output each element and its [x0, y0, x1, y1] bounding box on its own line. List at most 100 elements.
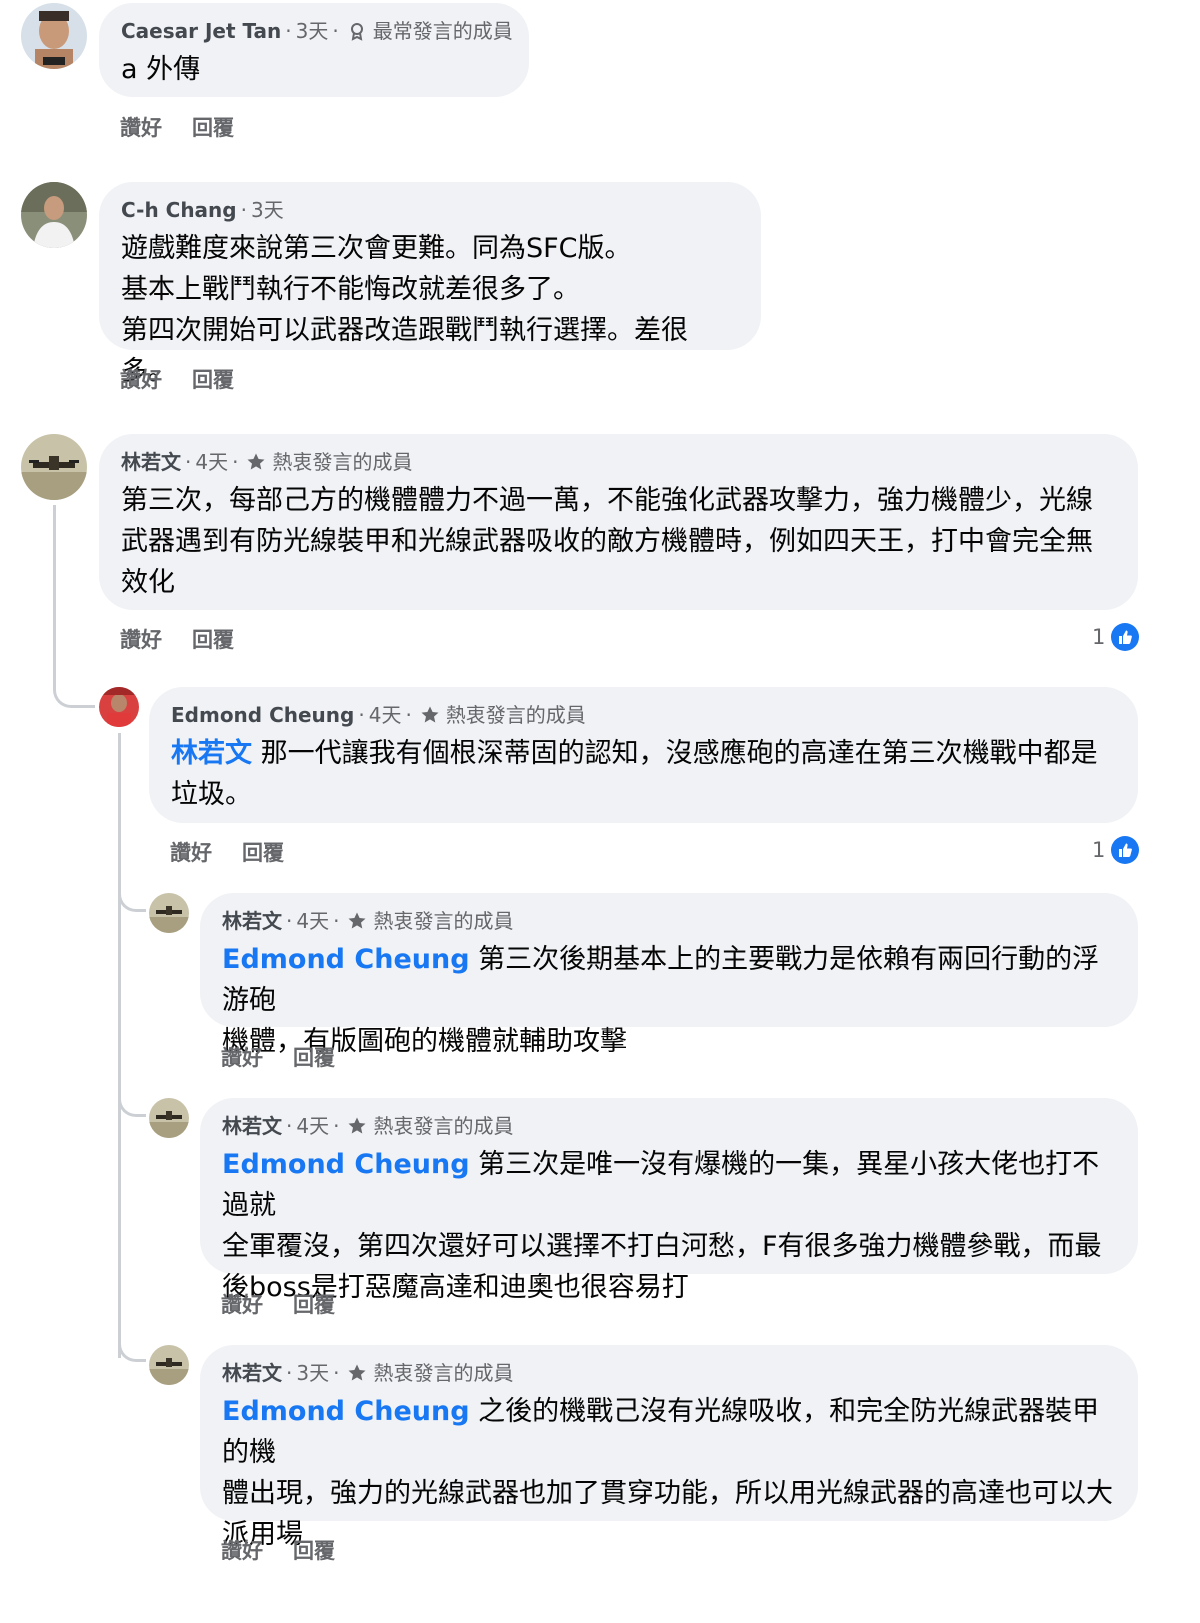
author-name[interactable]: 林若文 — [121, 448, 181, 476]
comment-actions: 讚好 回覆 — [120, 112, 234, 142]
timestamp[interactable]: 3天 — [296, 17, 329, 45]
reaction-count-value: 1 — [1092, 625, 1106, 649]
avatar[interactable] — [21, 182, 87, 248]
comment-text: Edmond Cheung 第三次後期基本上的主要戰力是依賴有兩回行動的浮游砲 … — [222, 939, 1116, 1062]
like-button[interactable]: 讚好 — [120, 624, 162, 654]
comment-bubble: Caesar Jet Tan · 3天 · 最常發言的成員 a 外傳 — [99, 3, 529, 97]
thumbs-up-icon — [1111, 836, 1140, 864]
avatar[interactable] — [149, 1345, 189, 1385]
avatar[interactable] — [149, 893, 189, 933]
star-icon — [347, 911, 367, 931]
like-button[interactable]: 讚好 — [170, 837, 212, 867]
like-button[interactable]: 讚好 — [221, 1535, 263, 1565]
avatar[interactable] — [149, 1098, 189, 1138]
comment-text: a 外傳 — [121, 54, 201, 85]
text-line: 第三次，每部己方的機體體力不過一萬，不能強化武器攻擊力，強力機體少，光線 — [121, 485, 1093, 516]
author-name[interactable]: C-h Chang — [121, 196, 237, 224]
timestamp[interactable]: 4天 — [195, 448, 228, 476]
member-badge[interactable]: 最常發言的成員 — [373, 17, 513, 45]
mention-link[interactable]: Edmond Cheung — [222, 1396, 470, 1427]
comment-actions: 讚好 回覆 — [221, 1042, 335, 1072]
award-icon — [347, 21, 367, 41]
text-line: 體出現，強力的光線武器也加了貫穿功能，所以用光線武器的高達也可以大 — [222, 1478, 1113, 1509]
like-button[interactable]: 讚好 — [221, 1289, 263, 1319]
comment-bubble: 林若文 · 4天 · 熱衷發言的成員 Edmond Cheung 第三次是唯一沒… — [200, 1098, 1138, 1303]
timestamp[interactable]: 4天 — [369, 701, 402, 729]
reaction-count[interactable]: 1 — [1092, 836, 1140, 864]
comment-bubble: 林若文 · 3天 · 熱衷發言的成員 Edmond Cheung 之後的機戰己沒… — [200, 1345, 1138, 1550]
author-name[interactable]: Caesar Jet Tan — [121, 17, 281, 45]
like-button[interactable]: 讚好 — [221, 1042, 263, 1072]
comment-meta: 林若文 · 4天 · 熱衷發言的成員 — [222, 907, 514, 935]
mention-link[interactable]: Edmond Cheung — [222, 944, 470, 975]
thread-line — [118, 733, 121, 1358]
thread-connector — [118, 1340, 146, 1362]
thread-connector — [53, 660, 95, 708]
author-name[interactable]: 林若文 — [222, 1112, 282, 1140]
comment-meta: Edmond Cheung · 4天 · 熱衷發言的成員 — [171, 701, 586, 729]
comment-meta: 林若文 · 4天 · 熱衷發言的成員 — [121, 448, 413, 476]
text-line: 派用場 — [222, 1519, 303, 1550]
reply-button[interactable]: 回覆 — [192, 364, 234, 394]
author-name[interactable]: 林若文 — [222, 1359, 282, 1387]
text-line: 基本上戰鬥執行不能悔改就差很多了。 — [121, 274, 580, 305]
comment-actions: 讚好 回覆 — [170, 837, 284, 867]
comment-bubble: Edmond Cheung · 4天 · 熱衷發言的成員 林若文 那一代讓我有個… — [149, 687, 1138, 823]
comment-text: Edmond Cheung 之後的機戰己沒有光線吸收，和完全防光線武器裝甲的機 … — [222, 1391, 1116, 1555]
author-name[interactable]: Edmond Cheung — [171, 701, 354, 729]
mention-link[interactable]: Edmond Cheung — [222, 1149, 470, 1180]
member-badge[interactable]: 熱衷發言的成員 — [272, 448, 412, 476]
member-badge[interactable]: 熱衷發言的成員 — [373, 907, 513, 935]
reply-button[interactable]: 回覆 — [192, 112, 234, 142]
star-icon — [347, 1116, 367, 1136]
comment-text: Edmond Cheung 第三次是唯一沒有爆機的一集，異星小孩大佬也打不過就 … — [222, 1144, 1116, 1308]
star-icon — [347, 1363, 367, 1383]
reply-button[interactable]: 回覆 — [242, 837, 284, 867]
like-button[interactable]: 讚好 — [120, 112, 162, 142]
timestamp[interactable]: 4天 — [296, 907, 329, 935]
thumbs-up-icon — [1111, 623, 1140, 651]
timestamp[interactable]: 3天 — [251, 196, 284, 224]
reaction-count[interactable]: 1 — [1092, 623, 1140, 651]
timestamp[interactable]: 4天 — [296, 1112, 329, 1140]
reaction-count-value: 1 — [1092, 838, 1106, 862]
comment-text: 林若文 那一代讓我有個根深蒂固的認知，沒感應砲的高達在第三次機戰中都是 垃圾。 — [171, 733, 1116, 815]
comment-actions: 讚好 回覆 — [221, 1535, 335, 1565]
comment-meta: 林若文 · 3天 · 熱衷發言的成員 — [222, 1359, 514, 1387]
member-badge[interactable]: 熱衷發言的成員 — [373, 1359, 513, 1387]
comment-bubble: C-h Chang · 3天 遊戲難度來說第三次會更難。同為SFC版。 基本上戰… — [99, 182, 761, 387]
comment-meta: C-h Chang · 3天 — [121, 196, 284, 224]
comment-meta: 林若文 · 4天 · 熱衷發言的成員 — [222, 1112, 514, 1140]
text-line: 效化 — [121, 567, 175, 598]
reply-button[interactable]: 回覆 — [293, 1535, 335, 1565]
text-line: 機體，有版圖砲的機體就輔助攻擊 — [222, 1026, 627, 1057]
timestamp[interactable]: 3天 — [296, 1359, 329, 1387]
comment-bubble: 林若文 · 4天 · 熱衷發言的成員 第三次，每部己方的機體體力不過一萬，不能強… — [99, 434, 1138, 610]
text-line: 垃圾。 — [171, 779, 252, 810]
avatar[interactable] — [21, 434, 87, 500]
text-line: Edmond Cheung 第三次是唯一沒有爆機的一集，異星小孩大佬也打不過就 — [222, 1149, 1100, 1221]
comment-actions: 讚好 回覆 — [120, 364, 234, 394]
like-button[interactable]: 讚好 — [120, 364, 162, 394]
text-line: Edmond Cheung 之後的機戰己沒有光線吸收，和完全防光線武器裝甲的機 — [222, 1396, 1100, 1468]
comment-actions: 讚好 回覆 — [221, 1289, 335, 1319]
text-line: 武器遇到有防光線裝甲和光線武器吸收的敵方機體時，例如四天王，打中會完全無 — [121, 526, 1093, 557]
reply-button[interactable]: 回覆 — [293, 1289, 335, 1319]
text-line: 全軍覆沒，第四次還好可以選擇不打白河愁，F有很多強力機體參戰，而最 — [222, 1231, 1102, 1262]
reply-button[interactable]: 回覆 — [192, 624, 234, 654]
author-name[interactable]: 林若文 — [222, 907, 282, 935]
text-line: 後boss是打惡魔高達和迪奧也很容易打 — [222, 1272, 689, 1303]
avatar[interactable] — [21, 3, 87, 69]
mention-link[interactable]: 林若文 — [171, 738, 252, 769]
avatar[interactable] — [99, 687, 139, 727]
star-icon — [246, 452, 266, 472]
thread-line — [53, 505, 56, 680]
text-line: 遊戲難度來說第三次會更難。同為SFC版。 — [121, 233, 632, 264]
member-badge[interactable]: 熱衷發言的成員 — [373, 1112, 513, 1140]
member-badge[interactable]: 熱衷發言的成員 — [446, 701, 586, 729]
comment-bubble: 林若文 · 4天 · 熱衷發言的成員 Edmond Cheung 第三次後期基本… — [200, 893, 1138, 1057]
text-line: 林若文 那一代讓我有個根深蒂固的認知，沒感應砲的高達在第三次機戰中都是 — [171, 738, 1098, 769]
star-icon — [420, 705, 440, 725]
thread-connector — [118, 890, 146, 912]
reply-button[interactable]: 回覆 — [293, 1042, 335, 1072]
